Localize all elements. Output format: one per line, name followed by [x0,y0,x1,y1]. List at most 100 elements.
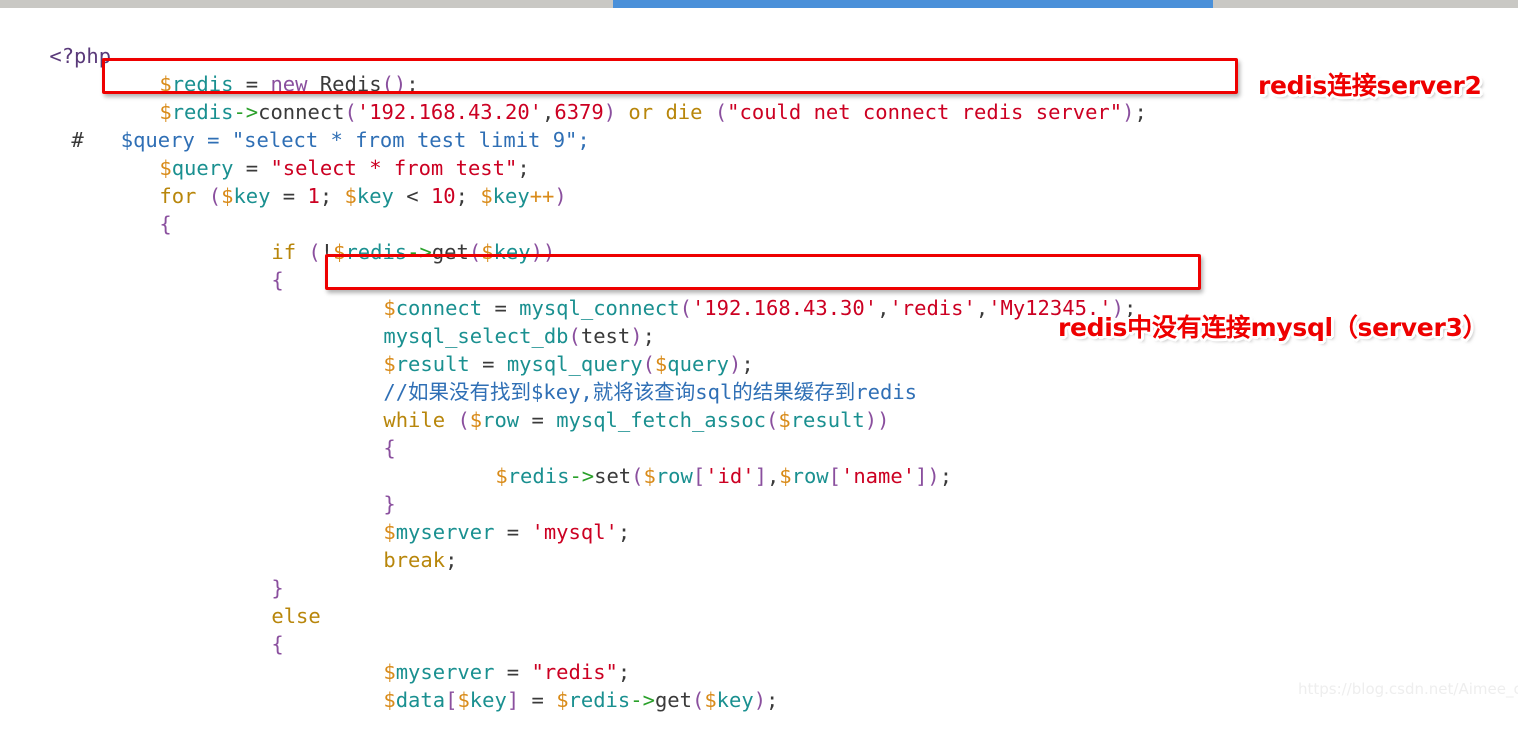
token-brace: { [271,268,284,292]
token-punct: ( [631,464,644,488]
token-punct: ) [554,184,567,208]
token-brace: { [271,632,284,656]
token-function-mysql-fetch-assoc: mysql_fetch_assoc [556,408,767,432]
token-semicolon: ; [319,184,345,208]
token-variable: key [233,184,271,208]
token-operator: = [494,520,532,544]
token-sigil: $ [333,240,346,264]
token-keyword-or: or [616,100,666,124]
token-variable: row [482,408,520,432]
token-punct: ( [691,688,705,712]
token-punct: ( [457,408,470,432]
token-punct: ) [753,688,767,712]
code-line: { [222,602,284,686]
token-sigil: $ [221,184,234,208]
token-sigil: $ [779,464,792,488]
token-brace: { [159,212,172,236]
token-variable: key [493,240,531,264]
token-method: get [431,240,469,264]
token-sigil: $ [556,688,569,712]
token-sigil: $ [469,408,483,432]
token-sigil: $ [480,184,493,208]
token-semicolon: ; [1134,100,1147,124]
token-sigil: $ [344,184,357,208]
php-open-tag: <?php [49,44,112,68]
code-line: $data[$key] = $redis->get($key); [334,658,778,742]
token-keyword-break: break [383,548,446,572]
token-variable: key [716,688,754,712]
code-line: { [222,238,284,322]
token-sigil: $ [457,688,470,712]
token-sigil: $ [778,408,791,432]
token-string-row-id: 'id' [705,464,755,488]
token-method: set [594,464,632,488]
token-variable: redis [568,688,631,712]
token-variable: redis [345,240,408,264]
token-sigil: $ [383,688,396,712]
token-sigil: $ [481,240,494,264]
token-string-mysql-host: '192.168.43.30' [691,296,878,320]
token-increment: ++ [529,184,555,208]
token-operator: = [519,408,557,432]
token-semicolon: ; [455,184,481,208]
token-bracket: [ [692,464,706,488]
token-brace: { [383,436,396,460]
token-bracket: [ [445,688,458,712]
token-string-mysql-user: 'redis' [889,296,976,320]
token-semicolon: ; [939,464,953,488]
token-comma: , [877,296,890,320]
token-hash-comment-marker: # [71,128,84,152]
token-punct: )) [864,408,890,432]
token-string-die-message: "could net connect redis server" [727,100,1123,124]
token-punct: )) [530,240,556,264]
token-operator: < [393,184,431,208]
token-sigil: $ [643,464,656,488]
token-string-myserver-mysql: 'mysql' [531,520,618,544]
token-arrow: -> [407,240,432,264]
annotation-redis-connect-server2: redis连接server2 [1258,71,1482,100]
code-editor-pane[interactable]: <?php $redis = new Redis(); $redis->conn… [0,8,1518,712]
token-punct: ( [714,100,728,124]
code-line: { [110,182,172,266]
token-arrow: -> [569,464,595,488]
token-string-row-name: 'name' [841,464,916,488]
browser-loading-bar-progress [613,0,1213,8]
token-comma: , [975,296,989,320]
token-punct: ) [603,100,617,124]
token-arrow: -> [630,688,655,712]
browser-loading-bar-track [0,0,1518,8]
token-sigil: $ [495,464,508,488]
token-variable: data [395,688,446,712]
token-punct: ( [679,296,692,320]
token-not: ! [320,240,334,264]
token-bracket: ] [915,464,928,488]
token-bracket: ] [506,688,520,712]
token-variable: redis [507,464,570,488]
token-semicolon: ; [766,688,779,712]
token-comma: , [766,464,780,488]
token-variable: key [356,184,394,208]
token-method: get [654,688,692,712]
token-bracket: [ [828,464,841,488]
token-semicolon: ; [617,520,631,544]
code-line: break; [334,518,457,602]
code-line: <?php [0,14,111,98]
token-punct: ( [766,408,779,432]
watermark: https://blog.csdn.net/Aimee_c [1298,680,1518,698]
token-punct: ) [927,464,940,488]
token-sigil: $ [704,688,717,712]
token-variable: result [790,408,865,432]
token-keyword-die: die [665,100,703,124]
token-number: 1 [307,184,320,208]
token-bracket: ] [754,464,767,488]
token-variable: row [655,464,693,488]
token-variable: row [791,464,829,488]
token-punct: ) [1122,100,1135,124]
token-punct: ( [468,240,482,264]
token-punct: ( [208,184,222,208]
token-semicolon: ; [445,548,458,572]
